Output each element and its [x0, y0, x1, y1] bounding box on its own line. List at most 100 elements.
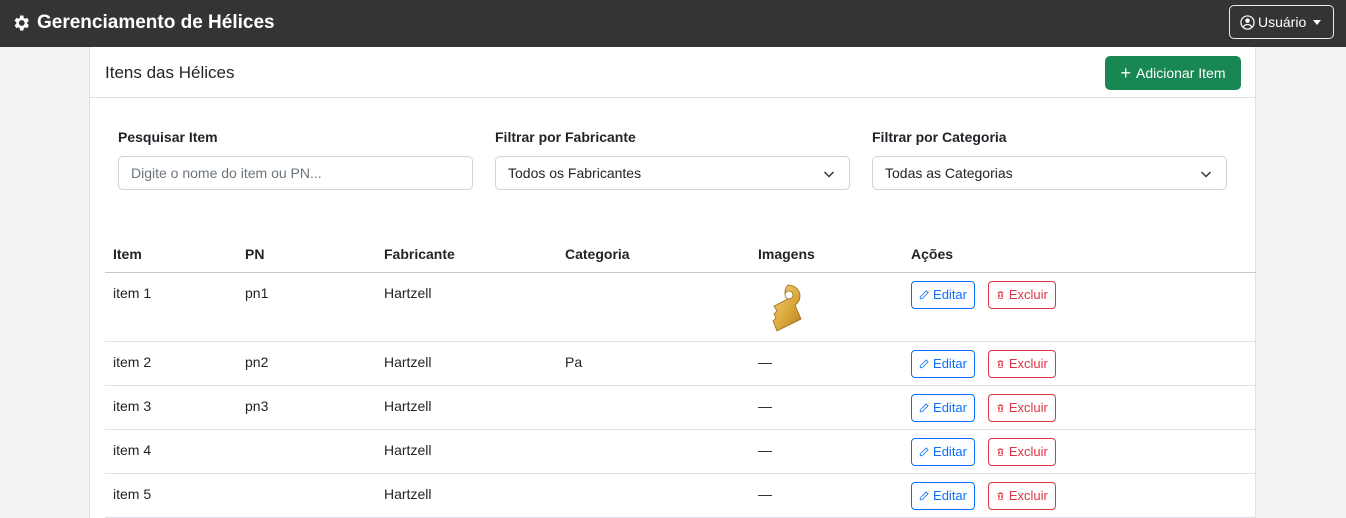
cell-imagens: —	[750, 341, 903, 386]
delete-label: Excluir	[1008, 488, 1048, 503]
category-label: Filtrar por Categoria	[872, 129, 1007, 145]
cell-item: item 2	[105, 341, 237, 386]
table-row: item 2 pn2 Hartzell Pa — Editar Excluir	[105, 341, 1256, 386]
cell-pn	[237, 429, 376, 474]
gear-icon	[14, 15, 29, 31]
category-filter: Filtrar por Categoria Todas as Categoria…	[872, 129, 1227, 190]
pencil-icon	[919, 446, 929, 456]
table-row: item 1 pn1 Hartzell Editar Excluir	[105, 272, 1256, 342]
delete-button[interactable]: Excluir	[987, 349, 1056, 378]
chevron-down-icon	[823, 171, 835, 178]
cell-item: item 4	[105, 429, 237, 474]
delete-button[interactable]: Excluir	[987, 280, 1056, 309]
chevron-down-icon	[1200, 171, 1212, 178]
cell-pn	[237, 473, 376, 518]
cell-pn: pn2	[237, 341, 376, 386]
manufacturer-select[interactable]: Todos os Fabricantes	[495, 156, 850, 190]
trash-icon	[997, 448, 1004, 456]
cell-item: item 5	[105, 473, 237, 518]
edit-label: Editar	[933, 356, 967, 371]
table-header-row: Item PN Fabricante Categoria Imagens Açõ…	[105, 237, 1256, 273]
edit-label: Editar	[933, 287, 967, 302]
cell-item: item 1	[105, 272, 237, 342]
header-pn: PN	[237, 237, 376, 273]
delete-button[interactable]: Excluir	[987, 393, 1056, 422]
delete-button[interactable]: Excluir	[987, 437, 1056, 466]
cell-fabricante: Hartzell	[376, 385, 557, 430]
search-label: Pesquisar Item	[118, 129, 218, 145]
edit-button[interactable]: Editar	[911, 481, 975, 510]
cell-categoria	[557, 473, 750, 518]
pencil-icon	[919, 289, 929, 299]
app-brand[interactable]: Gerenciamento de Hélices	[11, 12, 275, 34]
delete-button[interactable]: Excluir	[987, 481, 1056, 510]
table-row: item 3 pn3 Hartzell — Editar Excluir	[105, 385, 1256, 430]
cell-fabricante: Hartzell	[376, 272, 557, 342]
trash-icon	[997, 492, 1004, 500]
cell-acoes: Editar Excluir	[903, 272, 1256, 342]
delete-label: Excluir	[1008, 400, 1048, 415]
header-item: Item	[105, 237, 237, 273]
pencil-icon	[919, 490, 929, 500]
cell-fabricante: Hartzell	[376, 429, 557, 474]
table-row: item 5 Hartzell — Editar Excluir	[105, 473, 1256, 518]
card-header: Itens das Hélices + Adicionar Item	[90, 47, 1255, 98]
header-acoes: Ações	[903, 237, 1256, 273]
trash-icon	[997, 404, 1004, 412]
items-card: Itens das Hélices + Adicionar Item Pesqu…	[89, 47, 1256, 518]
cell-categoria	[557, 385, 750, 430]
part-thumbnail[interactable]	[758, 281, 810, 333]
add-item-label: Adicionar Item	[1136, 65, 1226, 81]
top-navbar: Gerenciamento de Hélices Usuário	[0, 0, 1346, 47]
edit-label: Editar	[933, 488, 967, 503]
delete-label: Excluir	[1008, 444, 1048, 459]
cell-pn: pn3	[237, 385, 376, 430]
delete-label: Excluir	[1008, 287, 1048, 302]
edit-button[interactable]: Editar	[911, 280, 975, 309]
category-select-value: Todas as Categorias	[885, 165, 1013, 181]
table-row: item 4 Hartzell — Editar Excluir	[105, 429, 1256, 474]
cell-imagens: —	[750, 473, 903, 518]
cell-acoes: Editar Excluir	[903, 473, 1256, 518]
manufacturer-filter: Filtrar por Fabricante Todos os Fabrican…	[495, 129, 850, 190]
cell-acoes: Editar Excluir	[903, 429, 1256, 474]
cell-pn: pn1	[237, 272, 376, 342]
chevron-down-icon	[1313, 19, 1322, 25]
header-imagens: Imagens	[750, 237, 903, 273]
trash-icon	[997, 291, 1004, 299]
cell-fabricante: Hartzell	[376, 473, 557, 518]
cell-imagens: —	[750, 385, 903, 430]
cell-acoes: Editar Excluir	[903, 341, 1256, 386]
delete-label: Excluir	[1008, 356, 1048, 371]
category-select[interactable]: Todas as Categorias	[872, 156, 1227, 190]
plus-icon: +	[1120, 63, 1132, 83]
search-filter: Pesquisar Item Digite o nome do item ou …	[118, 129, 473, 190]
user-menu-button[interactable]: Usuário	[1229, 5, 1334, 39]
add-item-button[interactable]: + Adicionar Item	[1105, 56, 1241, 90]
pencil-icon	[919, 402, 929, 412]
cell-categoria	[557, 272, 750, 342]
manufacturer-label: Filtrar por Fabricante	[495, 129, 636, 145]
edit-button[interactable]: Editar	[911, 349, 975, 378]
cell-categoria	[557, 429, 750, 474]
manufacturer-select-value: Todos os Fabricantes	[508, 165, 642, 181]
header-fabricante: Fabricante	[376, 237, 557, 273]
pencil-icon	[919, 358, 929, 368]
cell-acoes: Editar Excluir	[903, 385, 1256, 430]
page-title: Itens das Hélices	[105, 63, 235, 82]
header-categoria: Categoria	[557, 237, 750, 273]
edit-label: Editar	[933, 400, 967, 415]
edit-button[interactable]: Editar	[911, 437, 975, 466]
search-input[interactable]: Digite o nome do item ou PN...	[118, 156, 473, 190]
cell-imagens	[750, 272, 903, 342]
app-title: Gerenciamento de Hélices	[37, 12, 275, 33]
trash-icon	[997, 360, 1004, 368]
cell-categoria: Pa	[557, 341, 750, 386]
user-menu-label: Usuário	[1258, 14, 1307, 30]
cell-item: item 3	[105, 385, 237, 430]
user-circle-icon	[1240, 14, 1255, 30]
items-table: Item PN Fabricante Categoria Imagens Açõ…	[105, 237, 1256, 518]
cell-imagens: —	[750, 429, 903, 474]
edit-button[interactable]: Editar	[911, 393, 975, 422]
edit-label: Editar	[933, 444, 967, 459]
